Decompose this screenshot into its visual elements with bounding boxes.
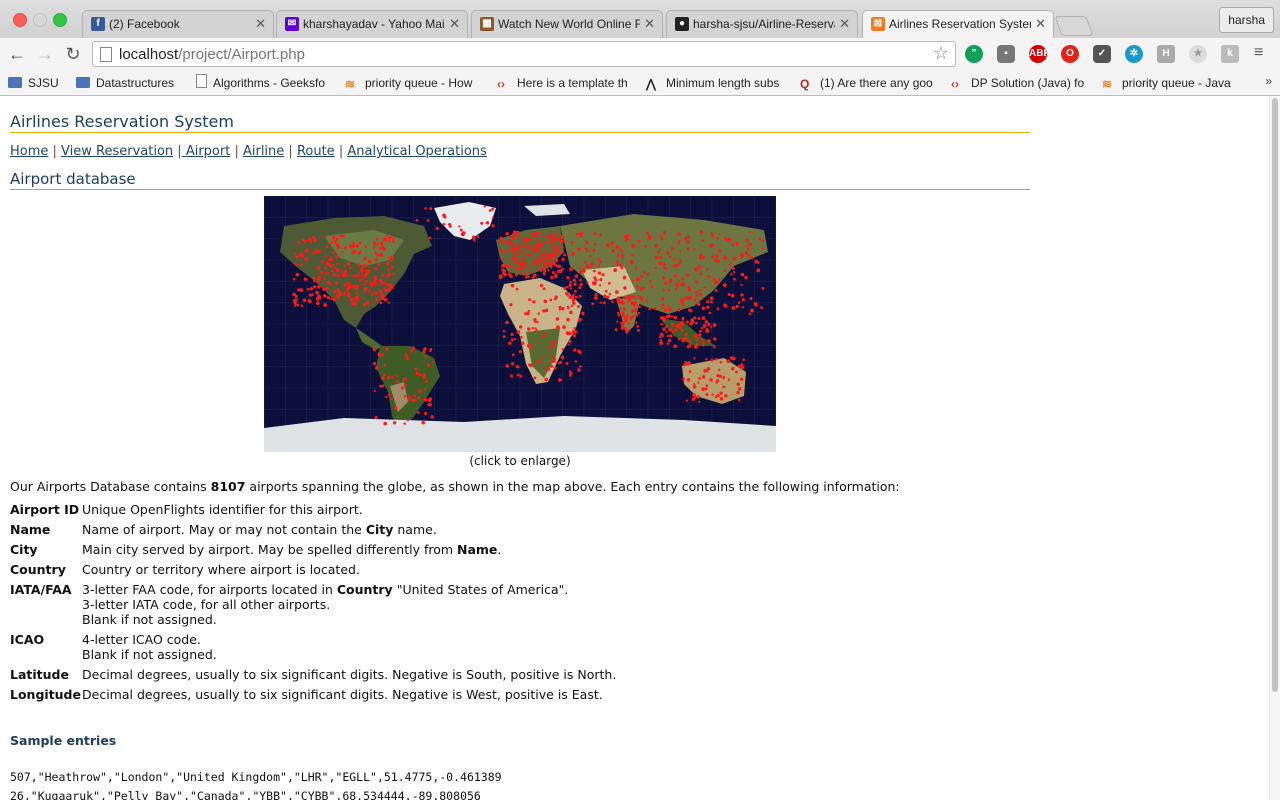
- nav-view-reservation-link[interactable]: View Reservation: [61, 144, 173, 159]
- bookmark-algorithms[interactable]: Algorithms - Geeksfo: [196, 74, 328, 92]
- bookmark-sjsu[interactable]: SJSU: [8, 74, 78, 92]
- folder-icon: [8, 77, 22, 88]
- field-row: Country Country or territory where airpor…: [10, 562, 360, 577]
- nav-airline-link[interactable]: Airline: [243, 144, 284, 159]
- nav-analytical-operations-link[interactable]: Analytical Operations: [347, 144, 486, 159]
- sample-entry: 26,"Kugaaruk","Pelly Bay","Canada","YBB"…: [10, 789, 481, 800]
- bookmark-datastructures[interactable]: Datastructures: [76, 74, 186, 92]
- film-icon: ▦: [480, 17, 494, 31]
- tab-facebook[interactable]: f (2) Facebook ✕: [82, 10, 274, 38]
- sample-entries: 507,"Heathrow","London","United Kingdom"…: [10, 768, 502, 800]
- hackerrank-icon: ⋀: [646, 77, 656, 91]
- address-bar[interactable]: localhost/project/Airport.php ☆: [92, 41, 956, 67]
- field-row: Name Name of airport. May or may not cont…: [10, 522, 437, 537]
- network-icon[interactable]: ✲: [1125, 45, 1143, 63]
- bookmark-priority-queue-java[interactable]: ≋ priority queue - Java: [1102, 74, 1236, 92]
- tab-watch-new-world[interactable]: ▦ Watch New World Online Fr ✕: [471, 10, 663, 38]
- bookmarks-bar: SJSU Datastructures Algorithms - Geeksfo…: [0, 70, 1280, 96]
- airport-world-map[interactable]: [264, 196, 776, 452]
- browser-chrome: f (2) Facebook ✕ ✉ kharshayadav - Yahoo …: [0, 0, 1280, 96]
- site-title: Airlines Reservation System: [10, 112, 1030, 133]
- tab-title: kharshayadav - Yahoo Mail: [303, 17, 445, 31]
- bookmarks-overflow-icon[interactable]: »: [1265, 74, 1272, 88]
- new-tab-button[interactable]: [1054, 16, 1094, 36]
- tab-airlines-reservation[interactable]: ⊠ Airlines Reservation System ✕: [862, 10, 1054, 38]
- field-row: Latitude Decimal degrees, usually to six …: [10, 667, 617, 682]
- field-definitions: Airport ID Unique OpenFlights identifier …: [10, 502, 616, 702]
- bookmark-minimum-length[interactable]: ⋀ Minimum length subs: [646, 74, 780, 92]
- adblock-plus-icon[interactable]: ABP: [1029, 45, 1050, 63]
- field-row: IATA/FAA 3-letter FAA code, for airports …: [10, 582, 569, 627]
- field-row: Longitude Decimal degrees, usually to six…: [10, 687, 603, 702]
- intro-text: Our Airports Database contains 8107 airp…: [10, 479, 900, 494]
- tab-title: Watch New World Online Fr: [498, 17, 640, 31]
- tab-close-icon[interactable]: ✕: [839, 16, 850, 32]
- field-row: ICAO 4-letter ICAO code. Blank if not assi…: [10, 632, 217, 662]
- url-text[interactable]: localhost/project/Airport.php: [119, 46, 305, 63]
- tab-close-icon[interactable]: ✕: [255, 16, 266, 32]
- k-extension-icon[interactable]: k: [1221, 45, 1239, 63]
- bookmark-dp-solution[interactable]: ‹› DP Solution (Java) fo: [951, 74, 1085, 92]
- map-caption: (click to enlarge): [469, 454, 571, 468]
- github-icon: ●: [675, 17, 689, 31]
- site-navigation: Home | View Reservation | Airport | Airl…: [10, 144, 487, 159]
- forward-arrow-icon[interactable]: →: [34, 43, 56, 65]
- tab-close-icon[interactable]: ✕: [1035, 16, 1046, 32]
- pocket-icon[interactable]: ✓: [1093, 45, 1111, 63]
- tab-title: harsha-sjsu/Airline-Reserva: [693, 17, 835, 31]
- tab-close-icon[interactable]: ✕: [644, 16, 655, 32]
- tab-github[interactable]: ● harsha-sjsu/Airline-Reserva ✕: [666, 10, 858, 38]
- document-icon: [196, 74, 207, 88]
- tab-yahoo-mail[interactable]: ✉ kharshayadav - Yahoo Mail ✕: [276, 10, 468, 38]
- nav-airport-link[interactable]: Airport: [182, 144, 231, 159]
- sample-entry: 507,"Heathrow","London","United Kingdom"…: [10, 770, 502, 784]
- reload-icon[interactable]: ↻: [62, 43, 84, 65]
- profile-button[interactable]: harsha: [1219, 7, 1274, 33]
- tab-title: (2) Facebook: [109, 17, 180, 31]
- xampp-icon: ⊠: [871, 17, 885, 31]
- hangouts-icon[interactable]: ”: [965, 45, 983, 63]
- stackoverflow-icon: ≋: [1102, 77, 1113, 91]
- stackoverflow-icon: ≋: [345, 77, 356, 91]
- bookmark-priority-queue[interactable]: ≋ priority queue - How: [345, 74, 477, 92]
- page-icon: [100, 47, 112, 62]
- quora-icon: Q: [800, 77, 810, 91]
- maximize-window-button[interactable]: [53, 13, 67, 27]
- sample-entries-heading: Sample entries: [10, 733, 117, 748]
- opera-icon[interactable]: O: [1061, 45, 1079, 63]
- folder-icon: [76, 77, 90, 88]
- tab-title: Airlines Reservation System: [889, 17, 1031, 31]
- back-arrow-icon[interactable]: ←: [6, 43, 28, 65]
- bookmark-template[interactable]: ‹› Here is a template th: [497, 74, 629, 92]
- leetcode-icon: ‹›: [497, 77, 505, 91]
- nav-home-link[interactable]: Home: [10, 144, 48, 159]
- section-title: Airport database: [10, 170, 1030, 190]
- browser-toolbar: ← → ↻ localhost/project/Airport.php ☆ ” …: [0, 38, 1280, 70]
- bookmark-star-icon[interactable]: ☆: [933, 43, 949, 64]
- tab-strip: f (2) Facebook ✕ ✉ kharshayadav - Yahoo …: [0, 0, 1280, 38]
- tab-close-icon[interactable]: ✕: [449, 16, 460, 32]
- facebook-icon: f: [91, 17, 105, 31]
- close-window-button[interactable]: [13, 13, 27, 27]
- field-row: Airport ID Unique OpenFlights identifier …: [10, 502, 363, 517]
- browser-menu-icon[interactable]: ≡: [1254, 44, 1263, 62]
- field-row: City Main city served by airport. May be …: [10, 542, 502, 557]
- nav-route-link[interactable]: Route: [297, 144, 335, 159]
- minimize-window-button[interactable]: [33, 13, 47, 27]
- scrollbar-thumb[interactable]: [1272, 98, 1278, 692]
- yahoo-mail-icon: ✉: [285, 17, 299, 31]
- bookmark-quora[interactable]: Q (1) Are there any goo: [800, 74, 934, 92]
- h-extension-icon[interactable]: H: [1157, 45, 1175, 63]
- star-extension-icon[interactable]: ★: [1189, 45, 1207, 63]
- page-scrollbar[interactable]: [1269, 96, 1280, 800]
- airport-count: 8107: [210, 479, 246, 494]
- leetcode-icon: ‹›: [951, 77, 959, 91]
- page-viewport: Airlines Reservation System Home | View …: [0, 96, 1270, 800]
- extension-icon[interactable]: ▪: [997, 45, 1015, 63]
